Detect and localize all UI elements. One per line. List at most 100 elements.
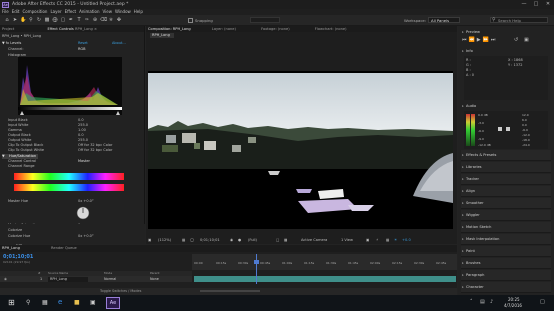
levels-histogram[interactable] <box>18 57 122 115</box>
eye-icon[interactable]: ◉ <box>4 276 7 282</box>
effects-presets-panel[interactable]: Effects & Presets <box>461 150 551 161</box>
menu-layer[interactable]: Layer <box>50 9 61 14</box>
character-panel[interactable]: Character <box>461 282 551 293</box>
transparency-grid-icon[interactable]: ▩ <box>284 236 287 244</box>
magnification-icon[interactable]: ▣ <box>148 236 151 244</box>
tab-effect-controls[interactable]: Effect Controls <box>47 27 73 31</box>
minimize-button[interactable]: — <box>518 0 530 9</box>
maximize-button[interactable]: □ <box>530 0 542 9</box>
preview-panel-header[interactable]: Preview <box>461 28 551 36</box>
audio-slider-left[interactable] <box>498 127 502 131</box>
tab-effect-controls-layer[interactable]: RPH_Long <box>75 27 93 31</box>
puppet-tool-icon[interactable]: ✤ <box>116 17 122 23</box>
brush-tool-icon[interactable]: ✑ <box>84 17 90 23</box>
home-icon[interactable]: ⌂ <box>4 17 10 23</box>
viewer-timecode[interactable]: 0;01;10;01 <box>200 236 220 244</box>
tab-layer[interactable]: Layer: (none) <box>212 27 236 31</box>
network-icon[interactable]: ▤ <box>480 299 485 305</box>
search-icon[interactable]: ⚲ <box>26 299 30 306</box>
prev-frame-icon[interactable]: ⏪ <box>469 37 477 43</box>
camera-select[interactable]: Active Camera <box>301 236 327 244</box>
menu-help[interactable]: Help <box>134 9 143 14</box>
playhead-handle[interactable] <box>254 260 259 264</box>
master-hue-dial[interactable] <box>76 206 90 220</box>
smoother-panel[interactable]: Smoother <box>461 198 551 209</box>
motion-sketch-panel[interactable]: Motion Sketch <box>461 222 551 233</box>
next-frame-icon[interactable]: ⏩ <box>483 37 491 43</box>
windows-start-icon[interactable]: ⊞ <box>8 298 15 307</box>
playhead[interactable] <box>256 254 257 284</box>
last-frame-icon[interactable]: ⏭ <box>491 37 498 43</box>
menu-view[interactable]: View <box>103 9 113 14</box>
color-channel-icon[interactable]: ● <box>238 236 241 244</box>
mute-icon[interactable]: ▣ <box>524 37 529 43</box>
time-ruler[interactable]: 00:00 00:15s 00:30s 00:45s 01:00s 01:15s… <box>192 254 457 270</box>
levels-about-link[interactable]: About... <box>112 41 126 45</box>
resolution-select[interactable]: (Full) <box>248 236 257 244</box>
gamma-value[interactable]: 1.00 <box>78 128 86 132</box>
magnification-select[interactable]: (112%) <box>158 236 171 244</box>
close-tab-icon[interactable]: × <box>94 27 97 31</box>
rotate-tool-icon[interactable]: ↻ <box>36 17 42 23</box>
paragraph-panel[interactable]: Paragraph <box>461 270 551 281</box>
type-tool-icon[interactable]: T <box>76 17 82 23</box>
clip-output-black-value[interactable]: Off for 32 bpc Color <box>78 143 112 147</box>
rectangle-tool-icon[interactable]: ▢ <box>60 17 66 23</box>
zoom-tool-icon[interactable]: ⚲ <box>28 17 34 23</box>
audio-slider-right[interactable] <box>506 127 510 131</box>
layer-duration-bar[interactable] <box>194 276 456 282</box>
file-explorer-icon[interactable]: ■ <box>74 299 80 306</box>
input-white-value[interactable]: 255.0 <box>78 123 88 127</box>
menu-effect[interactable]: Effect <box>65 9 77 14</box>
notifications-icon[interactable]: □ <box>540 299 545 305</box>
tab-composition[interactable]: Composition: RPH_Long <box>148 27 191 31</box>
edge-browser-icon[interactable]: e <box>58 298 62 306</box>
tab-project[interactable]: Project <box>2 27 14 31</box>
selection-tool-icon[interactable]: ➤ <box>12 17 18 23</box>
levels-reset-link[interactable]: Reset <box>78 41 88 45</box>
fast-preview-icon[interactable]: ⚡ <box>376 236 379 244</box>
hand-tool-icon[interactable]: ✋ <box>20 17 26 23</box>
menu-window[interactable]: Window <box>115 9 131 14</box>
brushes-panel[interactable]: Brushes <box>461 258 551 269</box>
snapping-checkbox[interactable] <box>188 18 193 23</box>
close-button[interactable]: ✕ <box>542 0 554 9</box>
toggle-pixel-icon[interactable]: ▣ <box>366 236 369 244</box>
eraser-tool-icon[interactable]: ⌫ <box>100 17 107 23</box>
libraries-panel[interactable]: Libraries <box>461 162 551 173</box>
volume-icon[interactable]: ♪ <box>490 299 493 305</box>
menu-animation[interactable]: Animation <box>79 9 99 14</box>
clock-time[interactable]: 20:25 <box>508 297 520 302</box>
workspace-select[interactable]: All Panels <box>428 17 460 23</box>
roto-brush-tool-icon[interactable]: ✯ <box>108 17 114 23</box>
table-row[interactable]: ◉ 1 RPH_Long Normal None <box>0 276 192 282</box>
clone-stamp-tool-icon[interactable]: ⊕ <box>92 17 98 23</box>
region-of-interest-icon[interactable]: □ <box>276 236 279 244</box>
exposure-icon[interactable]: ☀ <box>394 236 397 244</box>
mask-icon[interactable]: ◯ <box>190 236 194 244</box>
tray-arrow-icon[interactable]: ˄ <box>470 299 473 305</box>
snapshot-icon[interactable]: ◉ <box>230 236 233 244</box>
menu-file[interactable]: File <box>2 9 9 14</box>
menu-edit[interactable]: Edit <box>12 9 20 14</box>
audio-panel-header[interactable]: Audio <box>461 102 551 110</box>
output-black-value[interactable]: 0.0 <box>78 133 84 137</box>
composition-viewer[interactable] <box>148 71 453 229</box>
tab-footage[interactable]: Footage: (none) <box>261 27 290 31</box>
views-select[interactable]: 1 View <box>341 236 353 244</box>
tab-timeline[interactable]: RPH_Long <box>2 246 20 250</box>
task-view-icon[interactable]: ▦ <box>42 299 48 306</box>
toggle-switches-modes[interactable]: Toggle Switches / Modes <box>100 288 141 295</box>
colorize-hue-value[interactable]: 0x +0.0° <box>78 234 94 238</box>
tab-render-queue[interactable]: Render Queue <box>51 246 77 250</box>
effect-levels-header[interactable]: ▼ fx Levels <box>2 41 21 45</box>
clip-output-white-value[interactable]: Off for 32 bpc Color <box>78 148 112 152</box>
tracker-panel[interactable]: Tracker <box>461 174 551 185</box>
layer-parent-select[interactable]: None <box>150 276 159 282</box>
camera-tool-icon[interactable]: ▩ <box>44 17 50 23</box>
tab-flowchart[interactable]: Flowchart: (none) <box>315 27 347 31</box>
comp-name-tab[interactable]: RPH_Long <box>150 33 174 38</box>
menu-composition[interactable]: Composition <box>22 9 47 14</box>
input-black-value[interactable]: 0.0 <box>78 118 84 122</box>
search-help-input[interactable]: Search Help <box>490 17 548 23</box>
